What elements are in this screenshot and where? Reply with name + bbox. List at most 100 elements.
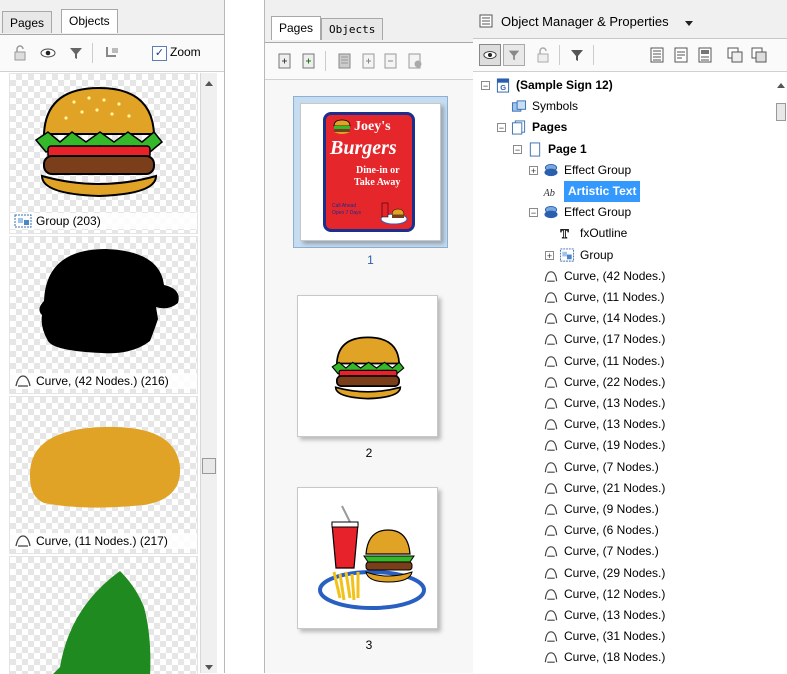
filter-toggle-button[interactable] (503, 44, 525, 66)
fx-outline-icon: T (559, 226, 575, 242)
page-insert-icon[interactable] (277, 53, 293, 69)
remove-page-icon[interactable] (383, 53, 399, 69)
document-icon: G (495, 78, 511, 93)
collapse-all-icon[interactable] (751, 47, 767, 63)
eye-icon[interactable] (40, 45, 56, 61)
page-thumbnail-2[interactable] (297, 295, 438, 437)
expand-icon[interactable]: + (545, 250, 554, 260)
master-page-icon[interactable] (337, 53, 353, 69)
collapse-icon[interactable]: − (513, 144, 522, 154)
curve-icon (543, 566, 559, 581)
tree-row[interactable]: Curve, (22 Nodes.) (473, 372, 773, 393)
tree-row[interactable]: Curve, (21 Nodes.) (473, 478, 773, 499)
tree-row[interactable]: Curve, (18 Nodes.) (473, 647, 773, 668)
tab-objects[interactable]: Objects (321, 18, 384, 40)
burger-image (331, 336, 405, 400)
collapse-icon[interactable]: − (497, 123, 506, 133)
page-add-icon[interactable] (301, 53, 317, 69)
list-view-icon[interactable] (649, 47, 665, 63)
tree-row[interactable]: Curve, (14 Nodes.) (473, 308, 773, 329)
tree-label: (Sample Sign 12) (516, 78, 613, 92)
left-tabbar: Pages Objects (0, 0, 224, 35)
zoom-checkbox[interactable]: ✓ (152, 46, 167, 61)
svg-text:Ab: Ab (543, 188, 555, 199)
object-thumbnail-leaf[interactable] (9, 556, 198, 674)
expand-all-icon[interactable] (727, 47, 743, 63)
sign-subtitle-2: Take Away (354, 177, 401, 188)
symbols-icon (511, 99, 527, 114)
eye-toggle-button[interactable] (479, 44, 501, 66)
left-scrollbar[interactable] (200, 73, 217, 673)
toolbar-separator (593, 45, 594, 65)
tree-row[interactable]: Symbols (473, 96, 773, 117)
tree-row[interactable]: Curve, (7 Nodes.) (473, 541, 773, 562)
swap-icon[interactable] (104, 45, 120, 61)
tree-label: Curve, (29 Nodes.) (564, 565, 666, 580)
tree-row[interactable]: − G (Sample Sign 12) (473, 75, 773, 96)
object-thumbnail-curve-11[interactable]: Curve, (11 Nodes.) (217) (9, 396, 198, 554)
scroll-thumb[interactable] (202, 458, 216, 474)
tab-pages[interactable]: Pages (271, 16, 322, 40)
object-thumbnail-curve-42[interactable]: Curve, (42 Nodes.) (216) (9, 236, 198, 394)
tree-label: Curve, (11 Nodes.) (564, 290, 665, 304)
dropdown-arrow-icon[interactable] (685, 21, 693, 26)
page-thumbnail-1[interactable]: Joey's Burgers Dine-in or Take Away Call… (293, 96, 448, 267)
group-icon (14, 214, 32, 228)
tree-row[interactable]: Curve, (13 Nodes.) (473, 414, 773, 435)
tree-row[interactable]: Curve, (31 Nodes.) (473, 626, 773, 647)
page-properties-icon[interactable] (407, 53, 423, 69)
tree-row[interactable]: Curve, (13 Nodes.) (473, 605, 773, 626)
tree-row[interactable]: Curve, (29 Nodes.) (473, 563, 773, 584)
lock-icon[interactable] (12, 45, 28, 61)
tree-row[interactable]: Curve, (11 Nodes.) (473, 287, 773, 308)
tree-row[interactable]: Curve, (6 Nodes.) (473, 520, 773, 541)
funnel-icon[interactable] (569, 47, 585, 63)
tree-row[interactable]: Curve, (12 Nodes.) (473, 584, 773, 605)
tree-row[interactable]: Curve, (42 Nodes.) (473, 266, 773, 287)
tree-row[interactable]: Curve, (11 Nodes.) (473, 351, 773, 372)
collapse-icon[interactable]: − (481, 81, 490, 91)
effect-group-icon (543, 163, 559, 178)
artistic-text-icon: Ab (543, 184, 559, 199)
tree-row[interactable]: Curve, (17 Nodes.) (473, 329, 773, 350)
right-scrollbar[interactable] (775, 75, 787, 673)
curve-icon (543, 502, 559, 517)
tree-row[interactable]: Curve, (13 Nodes.) (473, 393, 773, 414)
tree-row[interactable]: − Effect Group (473, 202, 773, 223)
thumbnail-text: Curve, (11 Nodes.) (217) (36, 534, 168, 548)
detail-view-icon[interactable] (673, 47, 689, 63)
curve-icon (543, 460, 559, 475)
tree-row[interactable]: TfxOutline (473, 223, 773, 244)
tree-row[interactable]: Curve, (9 Nodes.) (473, 499, 773, 520)
tree-label: Curve, (31 Nodes.) (564, 629, 666, 644)
thumbnail-view-icon[interactable] (697, 47, 713, 63)
page-thumbnail-3[interactable] (297, 487, 438, 629)
panel-title: Object Manager & Properties (501, 14, 669, 29)
collapse-icon[interactable]: − (529, 208, 538, 218)
tree-row[interactable]: + Group (473, 245, 773, 266)
thumbnail-label: Curve, (11 Nodes.) (217) (10, 533, 197, 549)
page-number: 3 (365, 638, 373, 652)
tree-row[interactable]: Ab Artistic Text (473, 181, 773, 202)
tree-row[interactable]: + Effect Group (473, 160, 773, 181)
lock-icon[interactable] (535, 47, 551, 63)
tab-objects[interactable]: Objects (61, 9, 118, 33)
filter-icon[interactable] (68, 45, 84, 61)
scroll-up-arrow-icon[interactable] (777, 83, 785, 88)
scroll-thumb[interactable] (776, 103, 786, 121)
scroll-down-arrow-icon[interactable] (205, 665, 213, 670)
add-page-icon[interactable] (361, 53, 377, 69)
middle-tabbar: Pages Objects (265, 0, 473, 43)
object-thumbnail-group[interactable]: Group (203) (9, 73, 198, 234)
expand-icon[interactable]: + (529, 165, 538, 175)
tree-row[interactable]: Curve, (7 Nodes.) (473, 457, 773, 478)
tree-row[interactable]: Curve, (19 Nodes.) (473, 435, 773, 456)
toolbar-separator (559, 45, 560, 65)
tree-label: Curve, (21 Nodes.) (564, 480, 666, 495)
right-panel: Object Manager & Properties − G (Sample Si… (473, 0, 787, 673)
tree-row[interactable]: − Pages (473, 117, 773, 138)
scroll-up-arrow-icon[interactable] (205, 81, 213, 86)
curve-icon (543, 311, 559, 326)
tree-row[interactable]: − Page 1 (473, 139, 773, 160)
tab-pages[interactable]: Pages (2, 11, 53, 33)
